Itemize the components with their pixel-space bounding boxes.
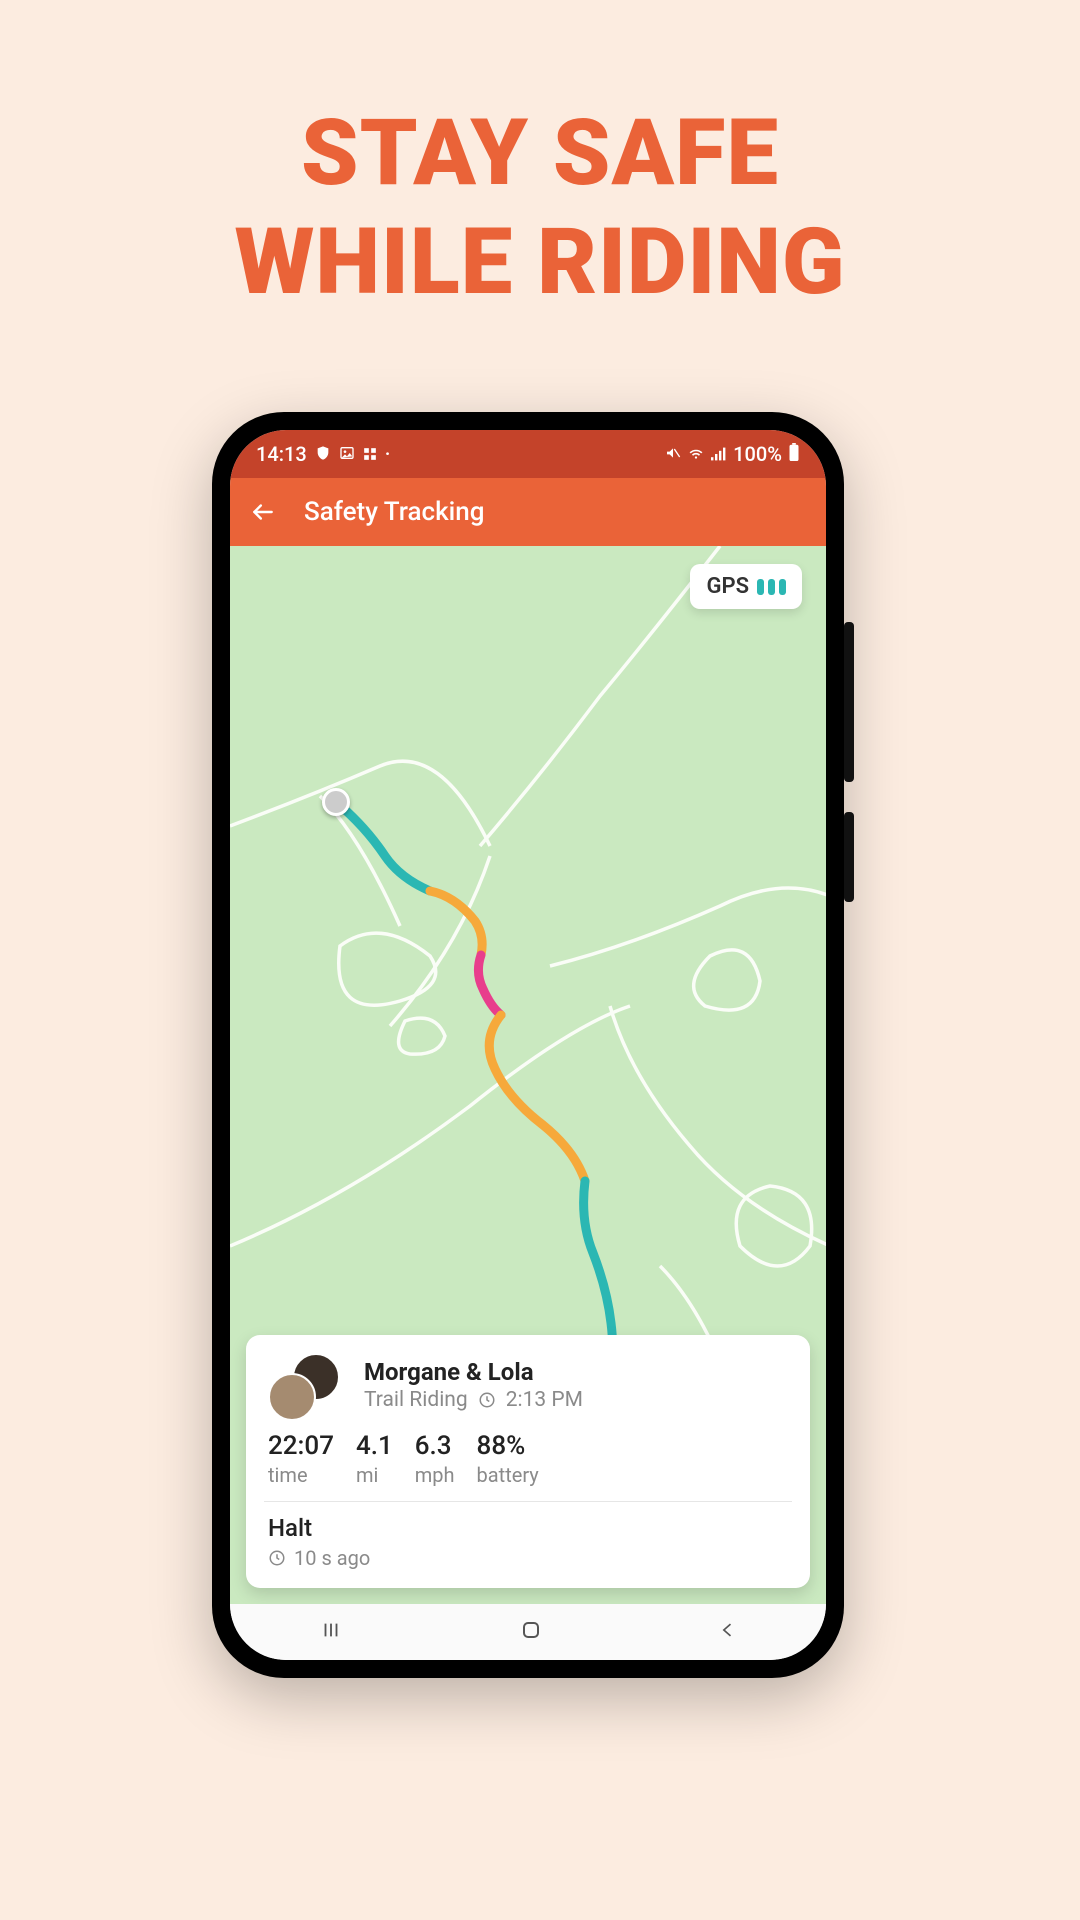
rider-name: Morgane & Lola xyxy=(364,1358,583,1386)
signal-icon xyxy=(711,442,727,466)
divider xyxy=(264,1501,792,1502)
back-arrow-icon[interactable] xyxy=(250,499,276,525)
side-button xyxy=(844,622,854,782)
shield-icon xyxy=(315,442,331,466)
headline-line-1: STAY SAFE xyxy=(0,100,1080,209)
activity-label: Trail Riding xyxy=(364,1388,468,1412)
map[interactable]: GPS Morgane & Lola Trail Riding xyxy=(230,546,826,1604)
gps-label: GPS xyxy=(706,574,749,599)
gps-indicator[interactable]: GPS xyxy=(690,564,802,609)
side-button xyxy=(844,812,854,902)
stat-battery: 88% battery xyxy=(477,1431,539,1487)
image-icon xyxy=(339,442,355,466)
status-bar: 14:13 · xyxy=(230,430,826,478)
screen: 14:13 · xyxy=(230,430,826,1660)
tracking-card[interactable]: Morgane & Lola Trail Riding 2:13 PM 22:0… xyxy=(246,1335,810,1588)
clock-icon xyxy=(478,1391,496,1409)
stat-time: 22:07 time xyxy=(268,1431,334,1487)
clock-icon xyxy=(268,1549,286,1567)
avatar xyxy=(268,1373,316,1421)
status-time: 10 s ago xyxy=(294,1546,370,1570)
stats-row: 22:07 time 4.1 mi 6.3 mph 88% battery xyxy=(268,1431,788,1487)
gps-signal-bars-icon xyxy=(757,579,786,595)
app-title: Safety Tracking xyxy=(304,497,484,527)
app-bar: Safety Tracking xyxy=(230,478,826,546)
status-time: 14:13 xyxy=(256,442,307,466)
battery-icon xyxy=(788,442,800,466)
home-icon[interactable] xyxy=(519,1618,543,1646)
dot-icon: · xyxy=(385,442,391,466)
recent-apps-icon[interactable] xyxy=(318,1619,344,1645)
status-title: Halt xyxy=(268,1514,788,1542)
headline-line-2: WHILE RIDING xyxy=(0,209,1080,318)
stat-distance: 4.1 mi xyxy=(356,1431,393,1487)
grid-icon xyxy=(363,442,377,466)
promo-headline: STAY SAFE WHILE RIDING xyxy=(0,0,1080,317)
phone-frame: 14:13 · xyxy=(212,412,844,1678)
start-time: 2:13 PM xyxy=(506,1388,583,1412)
back-icon[interactable] xyxy=(718,1619,738,1645)
avatar-stack xyxy=(268,1353,348,1417)
stat-speed: 6.3 mph xyxy=(415,1431,455,1487)
trail-start-marker[interactable] xyxy=(322,788,350,816)
android-nav-bar xyxy=(230,1604,826,1660)
mute-icon xyxy=(665,442,681,466)
battery-text: 100% xyxy=(733,442,782,466)
wifi-icon xyxy=(687,442,705,466)
